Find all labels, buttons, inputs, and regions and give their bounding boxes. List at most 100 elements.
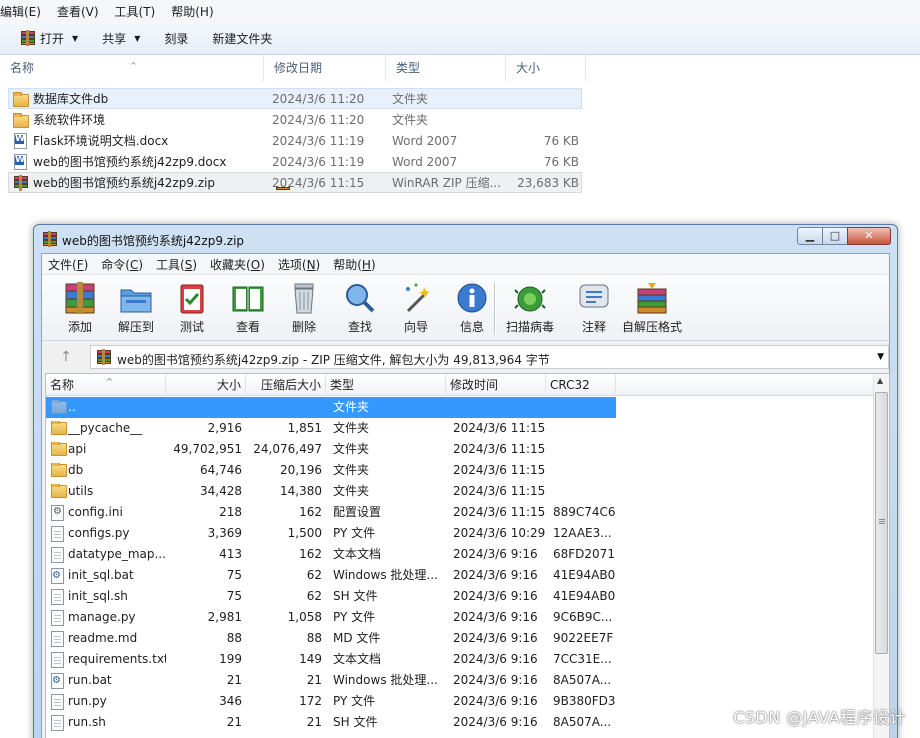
archive-row[interactable]: init_sql.sh 75 62 SH 文件 2024/3/6 9:16 41E94AB… [46, 586, 616, 607]
column-name[interactable]: 名称 ^ [0, 55, 264, 81]
maximize-button[interactable]: □ [822, 227, 848, 245]
explorer-file-row[interactable]: web的图书馆预约系统j42zp9.zip 2024/3/6 11:15 Win… [8, 172, 582, 193]
tool-sfx-button[interactable]: 自解压格式 [622, 281, 682, 335]
scroll-up-icon[interactable]: ▲ [877, 376, 883, 385]
open-button[interactable]: 打开 ▼ [20, 30, 78, 47]
menu-commands[interactable]: 命令(C) [101, 256, 143, 273]
explorer-menu-edit[interactable]: 编辑(E) [0, 3, 41, 20]
burn-button[interactable]: 刻录 [164, 30, 188, 47]
archive-row[interactable]: run.bat 21 21 Windows 批处理... 2024/3/6 9:16 8A… [46, 670, 616, 691]
archive-row[interactable]: run.py 346 172 PY 文件 2024/3/6 9:16 9B380FD3 [46, 691, 616, 712]
archive-row[interactable]: configs.py 3,369 1,500 PY 文件 2024/3/6 10:29 1… [46, 523, 616, 544]
archive-row[interactable]: readme.md 88 88 MD 文件 2024/3/6 9:16 9022EE7F [46, 628, 616, 649]
row-name: run.py [68, 694, 107, 708]
explorer-file-row[interactable]: web的图书馆预约系统j42zp9.docx 2024/3/6 11:19 Wo… [8, 151, 582, 172]
up-folder-button[interactable]: ↑ [48, 346, 84, 368]
parent-folder-row[interactable]: .. 文件夹 [46, 397, 616, 418]
explorer-file-row[interactable]: 系统软件环境 2024/3/6 11:20 文件夹 [8, 109, 582, 130]
column-size[interactable]: 大小 [506, 55, 586, 81]
archive-row[interactable]: init_sql.bat 75 62 Windows 批处理... 2024/3/6 9… [46, 565, 616, 586]
explorer-file-row[interactable]: 数据库文件db 2024/3/6 11:20 文件夹 [8, 88, 582, 109]
tool-test-button[interactable]: 测试 [164, 281, 220, 335]
row-type: 文件夹 [333, 442, 370, 456]
column-packed[interactable]: 压缩后大小 [246, 374, 326, 396]
menu-accelerator: H [361, 257, 371, 272]
word-doc-icon [14, 154, 27, 170]
menu-help[interactable]: 帮助(H) [333, 256, 375, 273]
row-name: requirements.txt [68, 652, 166, 666]
row-crc: 889C74C6 [553, 505, 616, 519]
row-modified: 2024/3/6 9:16 [453, 568, 538, 582]
row-modified: 2024/3/6 11:15 [453, 484, 546, 498]
folder-icon [13, 113, 29, 128]
new-folder-button[interactable]: 新建文件夹 [212, 30, 272, 47]
scrollbar-thumb[interactable] [875, 392, 888, 654]
row-modified: 2024/3/6 9:16 [453, 589, 538, 603]
column-type[interactable]: 类型 [326, 374, 446, 396]
row-name: __pycache__ [68, 421, 143, 435]
row-size: 346 [219, 694, 242, 708]
row-crc: 12AAE3... [553, 526, 612, 540]
archive-row[interactable]: db 64,746 20,196 文件夹 2024/3/6 11:15 [46, 460, 616, 481]
tool-info-button[interactable]: 信息 [444, 281, 500, 335]
archive-row[interactable]: run.sh 21 21 SH 文件 2024/3/6 9:16 8A507A... [46, 712, 616, 733]
row-crc: 41E94AB0 [553, 568, 616, 582]
tool-delete-button[interactable]: 删除 [276, 281, 332, 335]
chevron-down-icon[interactable]: ▼ [877, 352, 884, 362]
row-size: 75 [226, 568, 242, 582]
row-packed-size: 162 [299, 547, 322, 561]
row-size: 64,746 [200, 463, 242, 477]
explorer-menu-view[interactable]: 查看(V) [57, 3, 99, 20]
row-name: configs.py [68, 526, 130, 540]
menu-label: 选项( [277, 257, 307, 272]
file-name: Flask环境说明文档.docx [33, 134, 169, 148]
explorer-menu-help[interactable]: 帮助(H) [171, 3, 213, 20]
close-button[interactable]: ✕ [847, 227, 891, 245]
tool-extract-to-button[interactable]: 解压到 [108, 281, 164, 335]
archive-row[interactable]: datatype_map.... 413 162 文本文档 2024/3/6 9:16 6… [46, 544, 616, 565]
tool-view-button[interactable]: 查看 [220, 281, 276, 335]
archive-row[interactable]: __pycache__ 2,916 1,851 文件夹 2024/3/6 11:15 [46, 418, 616, 439]
row-modified: 2024/3/6 10:29 [453, 526, 546, 540]
column-type[interactable]: 类型 [386, 55, 506, 81]
tool-scan-virus-button[interactable]: 扫描病毒 [502, 281, 558, 335]
minimize-button[interactable]: ▁ [797, 227, 823, 245]
tool-find-button[interactable]: 查找 [332, 281, 388, 335]
view-book-icon [230, 281, 266, 315]
archive-row[interactable]: manage.py 2,981 1,058 PY 文件 2024/3/6 9:16 9C6… [46, 607, 616, 628]
column-crc[interactable]: CRC32 [546, 374, 616, 396]
explorer-menu-tools[interactable]: 工具(T) [115, 3, 156, 20]
explorer-file-row[interactable]: Flask环境说明文档.docx 2024/3/6 11:19 Word 200… [8, 130, 582, 151]
row-packed-size: 20,196 [280, 463, 322, 477]
column-date[interactable]: 修改日期 [264, 55, 386, 81]
menu-favorites[interactable]: 收藏夹(O) [210, 256, 265, 273]
column-modified[interactable]: 修改时间 [446, 374, 546, 396]
menu-file[interactable]: 文件(F) [48, 256, 88, 273]
column-name[interactable]: 名称 ^ [46, 374, 166, 396]
menu-tools[interactable]: 工具(S) [156, 256, 197, 273]
menu-label: 命令( [101, 257, 130, 272]
menu-accelerator: N [306, 257, 316, 272]
tool-add-button[interactable]: 添加 [52, 281, 108, 335]
tool-wizard-button[interactable]: 向导 [388, 281, 444, 335]
archive-row[interactable]: requirements.txt 199 149 文本文档 2024/3/6 9:16 7… [46, 649, 616, 670]
column-type-label: 类型 [330, 378, 355, 392]
archive-row[interactable]: api 49,702,951 24,076,497 文件夹 2024/3/6 11:15 [46, 439, 616, 460]
arrow-up-icon: ↑ [60, 349, 72, 365]
close-icon: ✕ [864, 229, 874, 242]
share-button[interactable]: 共享 ▼ [102, 30, 140, 47]
winrar-titlebar[interactable]: web的图书馆预约系统j42zp9.zip ▁ □ ✕ [34, 225, 897, 253]
tool-label: 删除 [291, 320, 316, 334]
vertical-scrollbar[interactable]: ▲ [873, 374, 889, 738]
archive-row[interactable]: utils 34,428 14,380 文件夹 2024/3/6 11:15 [46, 481, 616, 502]
row-type: PY 文件 [333, 694, 376, 708]
archive-row[interactable]: config.ini 218 162 配置设置 2024/3/6 11:15 889C74… [46, 502, 616, 523]
column-size[interactable]: 大小 [166, 374, 246, 396]
archive-path-combobox[interactable]: web的图书馆预约系统j42zp9.zip - ZIP 压缩文件, 解包大小为 … [90, 345, 889, 369]
tool-comment-button[interactable]: 注释 [566, 281, 622, 335]
new-folder-label: 新建文件夹 [212, 31, 273, 46]
menu-options[interactable]: 选项(N) [278, 256, 320, 273]
toolbar-separator [494, 283, 495, 335]
row-name: utils [68, 484, 94, 498]
row-size: 21 [226, 715, 242, 729]
